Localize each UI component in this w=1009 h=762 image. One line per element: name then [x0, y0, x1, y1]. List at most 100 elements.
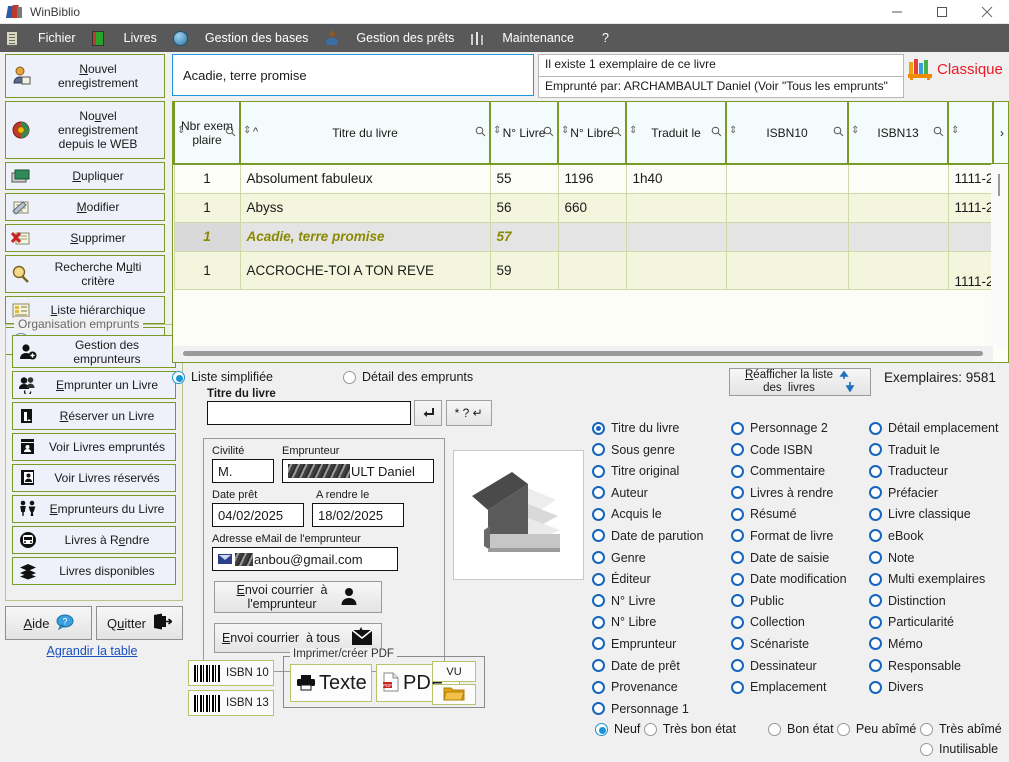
table-row[interactable]: 1 Absolument fabuleux 55 1196 1h40 1111-… [173, 163, 1008, 194]
wildcard-search-button[interactable]: * ? ↵ [445, 400, 492, 426]
field-radio-personnage-1[interactable]: Personnage 1 [592, 702, 703, 716]
field-radio-memo[interactable]: Mémo [869, 637, 998, 651]
menu-gestion-des-bases[interactable]: Gestion des bases [195, 24, 319, 52]
help-button[interactable]: Aide ? [5, 606, 92, 640]
condition-radio-tres-abime[interactable]: Très abîmé [920, 722, 1002, 736]
sort-icon[interactable]: ⇕ [561, 125, 569, 136]
sidebar-item-dupliquer[interactable]: Dupliquer [5, 162, 165, 190]
borrow-item-reserver-un-livre[interactable]: Réserver un Livre [12, 402, 176, 430]
field-radio-dessinateur[interactable]: Dessinateur [731, 659, 847, 673]
field-radio-distinction[interactable]: Distinction [869, 594, 998, 608]
column-header-isbn10[interactable]: ⇕ ISBN10 [725, 102, 849, 165]
borrow-item-gestion-des-emprunteurs[interactable]: Gestion des emprunteurs [12, 335, 176, 368]
table-row-selected[interactable]: 1 Acadie, terre promise 57 [173, 221, 1008, 252]
field-radio-titre-du-livre[interactable]: Titre du livre [592, 421, 703, 435]
radio-detail-des-emprunts[interactable]: Détail des emprunts [342, 370, 473, 384]
field-radio-emplacement[interactable]: Emplacement [731, 680, 847, 694]
field-radio-n-libre[interactable]: N° Libre [592, 615, 703, 629]
condition-radio-peu-abime[interactable]: Peu abîmé [836, 722, 916, 736]
field-radio-personnage-2[interactable]: Personnage 2 [731, 421, 847, 435]
column-header-n-libre[interactable]: ⇕ N° Libre [557, 102, 627, 165]
menu-gestion-des-prets[interactable]: Gestion des prêts [346, 24, 464, 52]
field-radio-date-de-parution[interactable]: Date de parution [592, 529, 703, 543]
field-radio-detail-emplacement[interactable]: Détail emplacement [869, 421, 998, 435]
open-folder-button[interactable] [432, 684, 476, 705]
current-title-field[interactable]: Acadie, terre promise [172, 54, 534, 96]
quit-button[interactable]: Quitter [96, 606, 183, 640]
condition-radio-inutilisable[interactable]: Inutilisable [920, 742, 998, 756]
field-radio-traducteur[interactable]: Traducteur [869, 464, 998, 478]
sort-icon[interactable]: ⇕ [729, 125, 737, 136]
refresh-list-button[interactable]: Réafficher la liste des livres [729, 368, 871, 396]
search-icon[interactable] [611, 126, 622, 140]
table-vertical-scrollbar[interactable] [991, 164, 1008, 346]
field-radio-livre-classique[interactable]: Livre classique [869, 507, 998, 521]
field-radio-public[interactable]: Public [731, 594, 847, 608]
search-icon[interactable] [833, 126, 844, 140]
isbn13-button[interactable]: ISBN 13 [188, 690, 274, 716]
column-header-nbr-exemplaire[interactable]: ⇕ Nbr exem plaire [173, 102, 241, 165]
field-radio-traduit-le[interactable]: Traduit le [869, 443, 998, 457]
field-radio-auteur[interactable]: Auteur [592, 486, 703, 500]
book-cover-thumbnail[interactable] [453, 450, 584, 580]
sort-icon[interactable]: ⇕ [493, 125, 501, 136]
field-radio-scenariste[interactable]: Scénariste [731, 637, 847, 651]
sort-icon[interactable]: ⇕ [243, 125, 251, 136]
isbn10-button[interactable]: ISBN 10 [188, 660, 274, 686]
borrow-item-livres-disponibles[interactable]: Livres disponibles [12, 557, 176, 585]
minimize-icon[interactable] [874, 0, 919, 24]
field-radio-divers[interactable]: Divers [869, 680, 998, 694]
a-rendre-field[interactable]: 18/02/2025 [312, 503, 404, 527]
sort-asc-icon[interactable]: ^ [253, 126, 258, 138]
sort-icon[interactable]: ⇕ [851, 125, 859, 136]
field-radio-n-livre[interactable]: N° Livre [592, 594, 703, 608]
enlarge-table-link[interactable]: Agrandir la table [1, 644, 183, 658]
field-radio-code-isbn[interactable]: Code ISBN [731, 443, 847, 457]
column-header-traduit-le[interactable]: ⇕ Traduit le [625, 102, 727, 165]
maximize-icon[interactable] [919, 0, 964, 24]
field-radio-collection[interactable]: Collection [731, 615, 847, 629]
field-radio-date-de-saisie[interactable]: Date de saisie [731, 551, 847, 565]
enter-arrow-icon[interactable] [414, 400, 443, 426]
table-horizontal-scrollbar[interactable] [173, 346, 993, 362]
condition-radio-bon-etat[interactable]: Bon état [768, 722, 834, 736]
borrow-item-livres-a-rendre[interactable]: Livres à Rendre [12, 526, 176, 554]
menu-livres[interactable]: Livres [114, 24, 167, 52]
email-field[interactable]: anbou@gmail.com [212, 547, 398, 571]
field-radio-sous-genre[interactable]: Sous genre [592, 443, 703, 457]
emprunteur-field[interactable]: ULT Daniel [282, 459, 434, 483]
column-header-titre-du-livre[interactable]: ⇕ ^ Titre du livre [239, 102, 491, 165]
borrow-item-emprunteurs-du-livre[interactable]: Emprunteurs du Livre [12, 495, 176, 523]
radio-liste-simplifiee[interactable]: Liste simplifiée [172, 370, 273, 384]
search-icon[interactable] [225, 126, 236, 140]
table-row[interactable]: 1 Abyss 56 660 1111-2 [173, 192, 1008, 223]
sidebar-item-supprimer[interactable]: Supprimer [5, 224, 165, 252]
search-icon[interactable] [543, 126, 554, 140]
books-table[interactable]: ⇕ Nbr exem plaire ⇕ ^ Titre du livre ⇕ N… [172, 101, 1009, 363]
sort-icon[interactable]: ⇕ [629, 125, 637, 136]
column-header-isbn13[interactable]: ⇕ ISBN13 [847, 102, 949, 165]
condition-radio-neuf[interactable]: Neuf [595, 722, 640, 736]
vu-button[interactable]: VU [432, 661, 476, 682]
print-text-button[interactable]: Texte [290, 664, 372, 702]
menu-help[interactable]: ? [584, 24, 619, 52]
sidebar-item-nouvel-enregistrement-web[interactable]: Nouvel enregistrement depuis le WEB [5, 101, 165, 159]
field-radio-date-de-pret[interactable]: Date de prêt [592, 659, 703, 673]
sort-icon[interactable]: ⇕ [951, 125, 959, 136]
search-input[interactable] [207, 401, 411, 425]
search-icon[interactable] [933, 126, 944, 140]
field-radio-provenance[interactable]: Provenance [592, 680, 703, 694]
classique-mode-indicator[interactable]: Classique [908, 58, 1003, 80]
field-radio-format-de-livre[interactable]: Format de livre [731, 529, 847, 543]
menu-maintenance[interactable]: Maintenance [492, 24, 584, 52]
field-radio-resume[interactable]: Résumé [731, 507, 847, 521]
field-radio-ebook[interactable]: eBook [869, 529, 998, 543]
column-header-extra[interactable]: ⇕ [947, 102, 994, 165]
field-radio-multi-exemplaires[interactable]: Multi exemplaires [869, 572, 998, 586]
menu-fichier[interactable]: Fichier [28, 24, 86, 52]
scroll-right-icon[interactable]: › [993, 102, 1008, 165]
field-radio-livres-a-rendre[interactable]: Livres à rendre [731, 486, 847, 500]
close-icon[interactable] [964, 0, 1009, 24]
send-mail-borrower-button[interactable]: Envoi courrier à l'emprunteur [214, 581, 382, 613]
sort-icon[interactable]: ⇕ [177, 125, 185, 136]
